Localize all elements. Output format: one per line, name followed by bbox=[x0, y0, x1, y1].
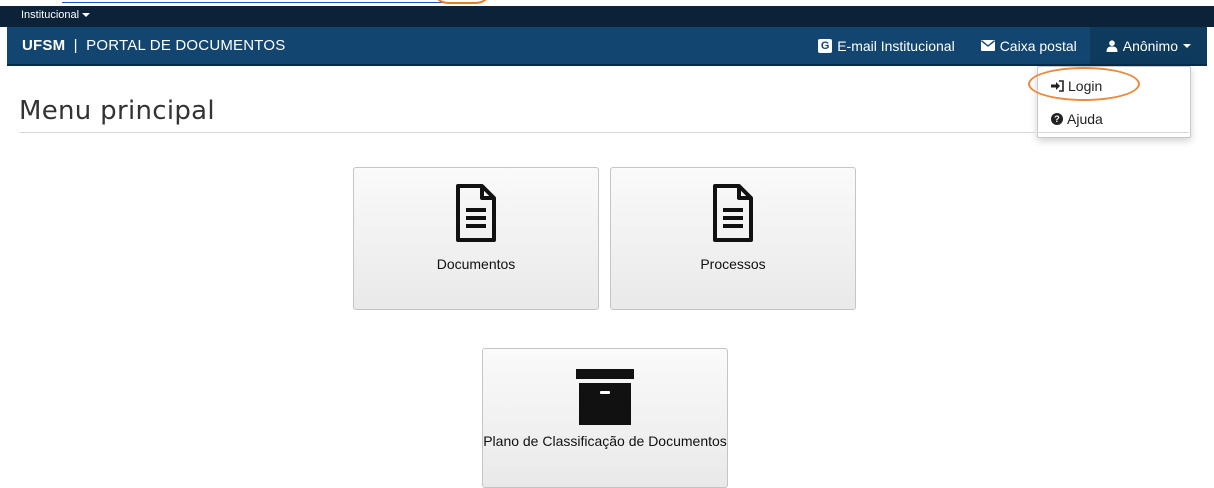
sign-in-icon bbox=[1051, 80, 1064, 92]
institutional-bar: Institucional bbox=[0, 6, 1214, 27]
user-icon bbox=[1106, 39, 1118, 52]
institutional-dropdown[interactable]: Institucional bbox=[21, 9, 91, 21]
ajuda-menu-item[interactable]: ? Ajuda bbox=[1038, 108, 1190, 130]
processos-label: Processos bbox=[700, 256, 766, 272]
user-menu-toggle[interactable]: Anônimo bbox=[1089, 27, 1207, 64]
envelope-icon bbox=[980, 40, 995, 51]
document-icon bbox=[713, 184, 753, 242]
clipped-link bbox=[62, 0, 448, 5]
plano-classificacao-tile[interactable]: Plano de Classificação de Documentos bbox=[482, 348, 728, 488]
processos-tile[interactable]: Processos bbox=[610, 167, 856, 310]
ajuda-label: Ajuda bbox=[1067, 111, 1103, 127]
title-divider bbox=[19, 132, 1189, 133]
question-circle-icon: ? bbox=[1051, 113, 1063, 125]
mailbox-label: Caixa postal bbox=[999, 37, 1077, 54]
brand-title: PORTAL DE DOCUMENTOS bbox=[86, 37, 286, 54]
email-institucional-link[interactable]: G E-mail Institucional bbox=[805, 27, 968, 64]
page-title: Menu principal bbox=[19, 96, 215, 126]
google-g-icon: G bbox=[818, 38, 833, 53]
brand[interactable]: UFSM | PORTAL DE DOCUMENTOS bbox=[22, 37, 285, 54]
user-label: Anônimo bbox=[1122, 37, 1178, 54]
documentos-label: Documentos bbox=[436, 256, 516, 272]
documentos-tile[interactable]: Documentos bbox=[353, 167, 599, 310]
user-dropdown-menu: Login ? Ajuda bbox=[1037, 66, 1191, 138]
login-label: Login bbox=[1068, 78, 1103, 94]
main-navbar: UFSM | PORTAL DE DOCUMENTOS G E-mail Ins… bbox=[7, 27, 1207, 66]
brand-ufsm: UFSM bbox=[22, 37, 66, 54]
nav-links: G E-mail Institucional Caixa postal Anôn… bbox=[805, 27, 1207, 64]
plano-label: Plano de Classificação de Documentos bbox=[483, 433, 727, 449]
brand-separator: | bbox=[73, 37, 78, 54]
document-icon bbox=[456, 184, 496, 242]
institutional-label: Institucional bbox=[21, 9, 80, 21]
caret-down-icon bbox=[1183, 43, 1191, 48]
email-label: E-mail Institucional bbox=[837, 37, 955, 54]
archive-box-icon bbox=[576, 369, 634, 425]
login-menu-item[interactable]: Login bbox=[1038, 75, 1190, 97]
caret-down-icon bbox=[82, 13, 91, 17]
caixa-postal-link[interactable]: Caixa postal bbox=[968, 27, 1090, 64]
